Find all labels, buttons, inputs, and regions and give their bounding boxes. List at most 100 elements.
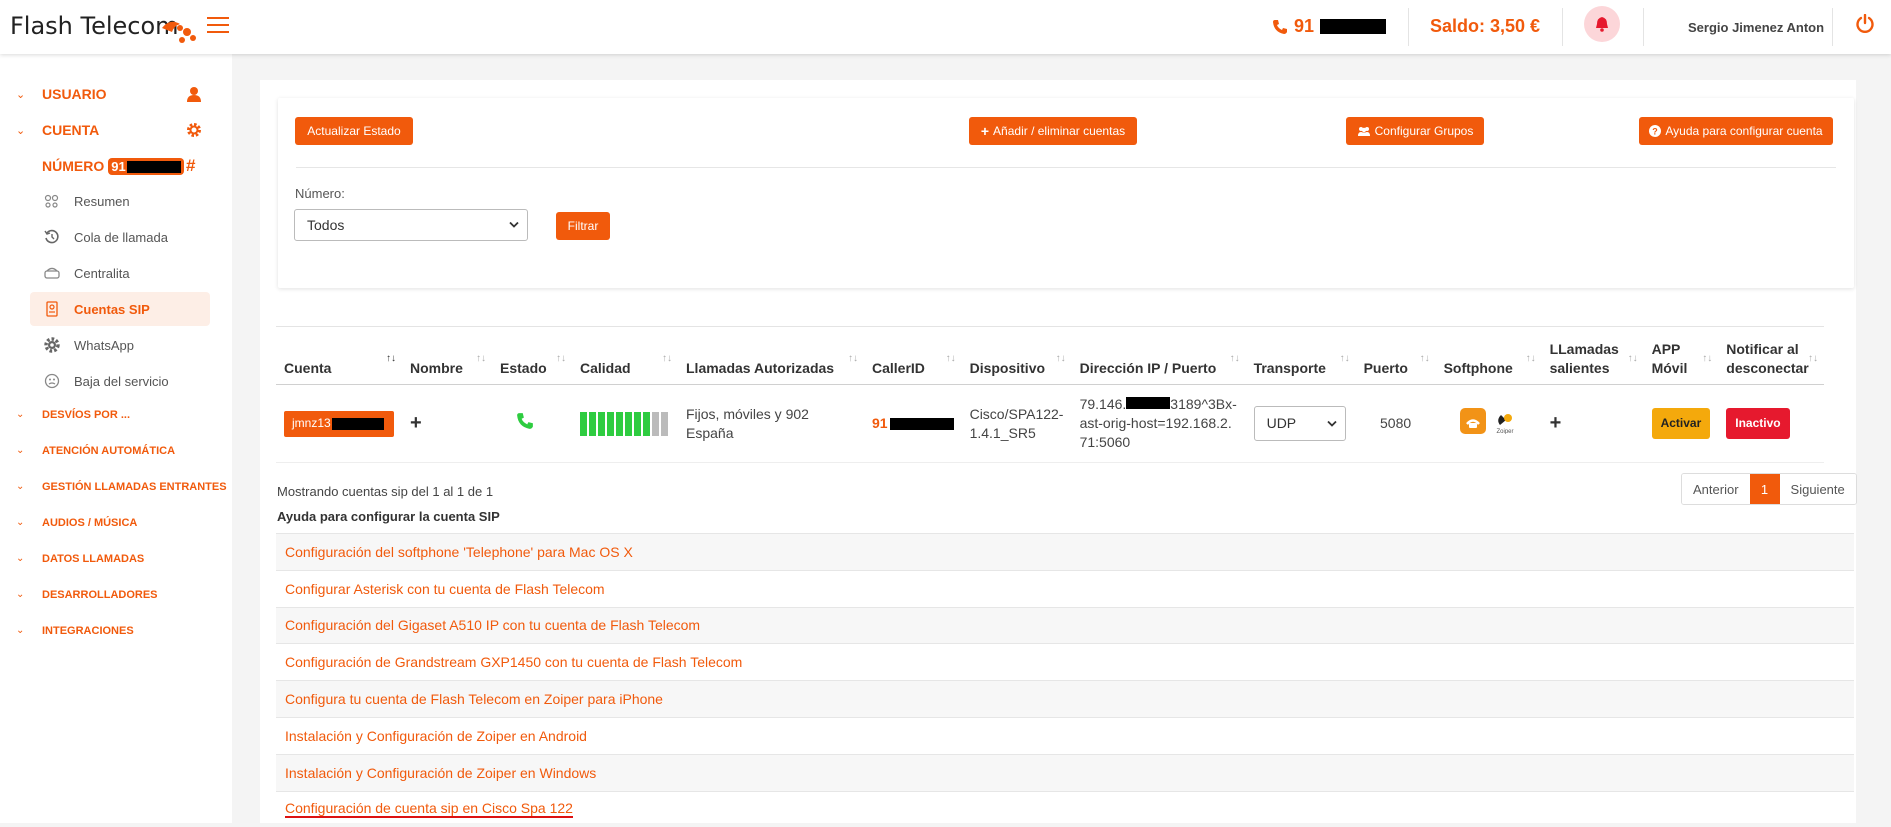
help-link[interactable]: Configuración de Grandstream GXP1450 con… xyxy=(276,643,1854,680)
page-button-1[interactable]: 1 xyxy=(1749,474,1780,504)
sidebar-item-desvios[interactable]: ⌄ DESVÍOS POR ... xyxy=(0,406,232,426)
sidebar-item-baja[interactable]: Baja del servicio xyxy=(30,364,210,398)
column-header-puerto[interactable]: Puerto ↑↓ xyxy=(1355,326,1436,385)
add-name-button[interactable]: + xyxy=(410,412,422,434)
history-icon xyxy=(44,229,59,244)
select-value: Todos xyxy=(307,217,345,233)
filter-button[interactable]: Filtrar xyxy=(556,212,610,240)
help-link[interactable]: Configuración del Gigaset A510 IP con tu… xyxy=(276,606,1854,644)
power-icon[interactable] xyxy=(1855,14,1875,34)
quality-segment xyxy=(580,411,587,436)
telephone-app-icon[interactable] xyxy=(1459,408,1486,434)
svg-text:?: ? xyxy=(1653,127,1659,137)
redacted-block xyxy=(889,417,954,430)
column-header-nombre[interactable]: Nombre ↑↓ xyxy=(402,326,492,385)
column-header-salientes[interactable]: LLamadas salientes ↑↓ xyxy=(1541,326,1644,385)
column-header-app-movil[interactable]: APP Móvil ↑↓ xyxy=(1643,326,1719,385)
next-page-button[interactable]: Siguiente xyxy=(1779,474,1856,504)
transport-select[interactable]: UDP xyxy=(1253,406,1346,441)
help-link[interactable]: Instalación y Configuración de Zoiper en… xyxy=(276,753,1854,791)
add-outgoing-button[interactable]: + xyxy=(1550,412,1562,434)
sip-accounts-table: Cuenta ↑↓ Nombre ↑↓ Estado ↑↓ Calidad ↑↓ Lla… xyxy=(276,326,1824,463)
zoiper-icon[interactable]: Zoiper xyxy=(1491,408,1518,434)
sort-icon: ↑↓ xyxy=(1808,353,1818,364)
cell-app: Activar xyxy=(1643,384,1719,463)
column-header-notificar[interactable]: Notificar al desconectar ↑↓ xyxy=(1718,326,1824,385)
sidebar-item-centralita[interactable]: Centralita xyxy=(30,256,210,290)
configure-groups-button[interactable]: Configurar Grupos xyxy=(1346,117,1484,145)
prev-page-button[interactable]: Anterior xyxy=(1682,474,1750,504)
numero-prefix: 91 xyxy=(111,158,126,174)
sort-icon: ↑↓ xyxy=(1339,353,1350,364)
column-header-transporte[interactable]: Transporte ↑↓ xyxy=(1245,326,1356,385)
sort-icon: ↑↓ xyxy=(1627,353,1638,364)
sidebar-item-label: CUENTA xyxy=(42,122,100,138)
sidebar-item-cola-de-llamada[interactable]: Cola de llamada xyxy=(30,220,210,254)
column-header-callerid[interactable]: CallerID ↑↓ xyxy=(864,326,962,385)
sidebar-item-cuenta[interactable]: ⌄ CUENTA xyxy=(0,118,232,142)
callerid-prefix: 91 xyxy=(872,415,888,431)
chevron-down-icon xyxy=(1326,420,1337,427)
numero-filter-label: Número: xyxy=(295,186,345,201)
help-link[interactable]: Configuración del softphone 'Telephone' … xyxy=(276,533,1854,570)
account-badge[interactable]: jmnz13 xyxy=(284,410,394,437)
sidebar-item-atencion-automatica[interactable]: ⌄ ATENCIÓN AUTOMÁTICA xyxy=(0,442,232,462)
update-status-button[interactable]: Actualizar Estado xyxy=(295,117,413,145)
quality-segment xyxy=(616,411,623,436)
sidebar-item-cuentas-sip[interactable]: Cuentas SIP xyxy=(30,292,210,326)
gauge-icon xyxy=(44,194,59,208)
divider xyxy=(296,167,1836,168)
sidebar-item-label: DATOS LLAMADAS xyxy=(42,553,145,565)
column-header-llamadas[interactable]: Llamadas Autorizadas ↑↓ xyxy=(678,326,864,385)
help-link[interactable]: Configura tu cuenta de Flash Telecom en … xyxy=(276,680,1854,717)
sidebar-item-desarrolladores[interactable]: ⌄ DESARROLLADORES xyxy=(0,586,232,606)
sidebar-item-label: USUARIO xyxy=(42,86,107,102)
sidebar-item-label: Resumen xyxy=(74,193,130,209)
help-link[interactable]: Instalación y Configuración de Zoiper en… xyxy=(276,716,1854,754)
help-section-title: Ayuda para configurar la cuenta SIP xyxy=(277,509,500,524)
column-header-dispositivo[interactable]: Dispositivo ↑↓ xyxy=(961,326,1072,385)
notifications-button[interactable] xyxy=(1584,6,1620,42)
column-header-cuenta[interactable]: Cuenta ↑↓ xyxy=(276,326,402,385)
quality-segment xyxy=(625,411,632,436)
hash-icon: # xyxy=(186,156,196,175)
quality-segment xyxy=(643,411,650,436)
sidebar-item-datos-llamadas[interactable]: ⌄ DATOS LLAMADAS xyxy=(0,550,232,570)
help-link[interactable]: Configurar Asterisk con tu cuenta de Fla… xyxy=(276,569,1854,607)
sidebar-item-numero[interactable]: NÚMERO 91 # xyxy=(0,154,232,178)
sidebar-item-audios[interactable]: ⌄ AUDIOS / MÚSICA xyxy=(0,514,232,534)
sidebar-item-label: Cola de llamada xyxy=(74,229,168,245)
button-label: Ayuda para configurar cuenta xyxy=(1665,124,1823,138)
column-header-ip[interactable]: Dirección IP / Puerto ↑↓ xyxy=(1071,326,1246,385)
sidebar: ⌄ USUARIO ⌄ CUENTA NÚMERO 91 # Resumen C… xyxy=(0,54,232,823)
help-links-list: Configuración del softphone 'Telephone' … xyxy=(276,533,1854,827)
menu-toggle-icon[interactable] xyxy=(207,17,229,35)
sidebar-item-usuario[interactable]: ⌄ USUARIO xyxy=(0,82,232,106)
notify-status-button[interactable]: Inactivo xyxy=(1726,408,1790,439)
cell-callerid: 91 xyxy=(864,384,962,463)
user-name[interactable]: Sergio Jimenez Anton xyxy=(1688,20,1824,35)
sidebar-item-gestion-llamadas[interactable]: ⌄ GESTIÓN LLAMADAS ENTRANTES xyxy=(0,478,232,498)
activate-app-button[interactable]: Activar xyxy=(1651,408,1711,439)
quality-segment xyxy=(589,411,596,436)
sidebar-item-whatsapp[interactable]: WhatsApp xyxy=(30,328,210,362)
add-remove-accounts-button[interactable]: + Añadir / eliminar cuentas xyxy=(969,117,1137,145)
divider xyxy=(1562,8,1563,46)
sip-account-icon xyxy=(46,301,58,317)
quality-bar xyxy=(580,411,670,436)
help-link[interactable]: Configuración de cuenta sip en Cisco Spa… xyxy=(276,790,1854,827)
column-header-estado[interactable]: Estado ↑↓ xyxy=(492,326,572,385)
help-configure-button[interactable]: ? Ayuda para configurar cuenta xyxy=(1639,117,1833,145)
sidebar-item-resumen[interactable]: Resumen xyxy=(30,184,210,218)
phone-online-icon xyxy=(517,413,533,429)
sort-icon: ↑↓ xyxy=(1702,353,1713,364)
chevron-down-icon: ⌄ xyxy=(16,88,26,101)
column-header-softphone[interactable]: Softphone ↑↓ xyxy=(1435,326,1542,385)
chevron-down-icon: ⌄ xyxy=(16,481,25,492)
cell-ip: 79.146. 3189^3Bx-ast-orig-host=192.168.2.… xyxy=(1071,384,1246,463)
sidebar-item-integraciones[interactable]: ⌄ INTEGRACIONES xyxy=(0,622,232,642)
table-header-row: Cuenta ↑↓ Nombre ↑↓ Estado ↑↓ Calidad ↑↓ Lla… xyxy=(276,326,1824,385)
column-header-calidad[interactable]: Calidad ↑↓ xyxy=(572,326,678,385)
top-bar: Flash Telecom 91 Saldo: 3,50 € Sergio Ji… xyxy=(0,0,1891,54)
numero-select[interactable]: Todos xyxy=(294,209,528,241)
